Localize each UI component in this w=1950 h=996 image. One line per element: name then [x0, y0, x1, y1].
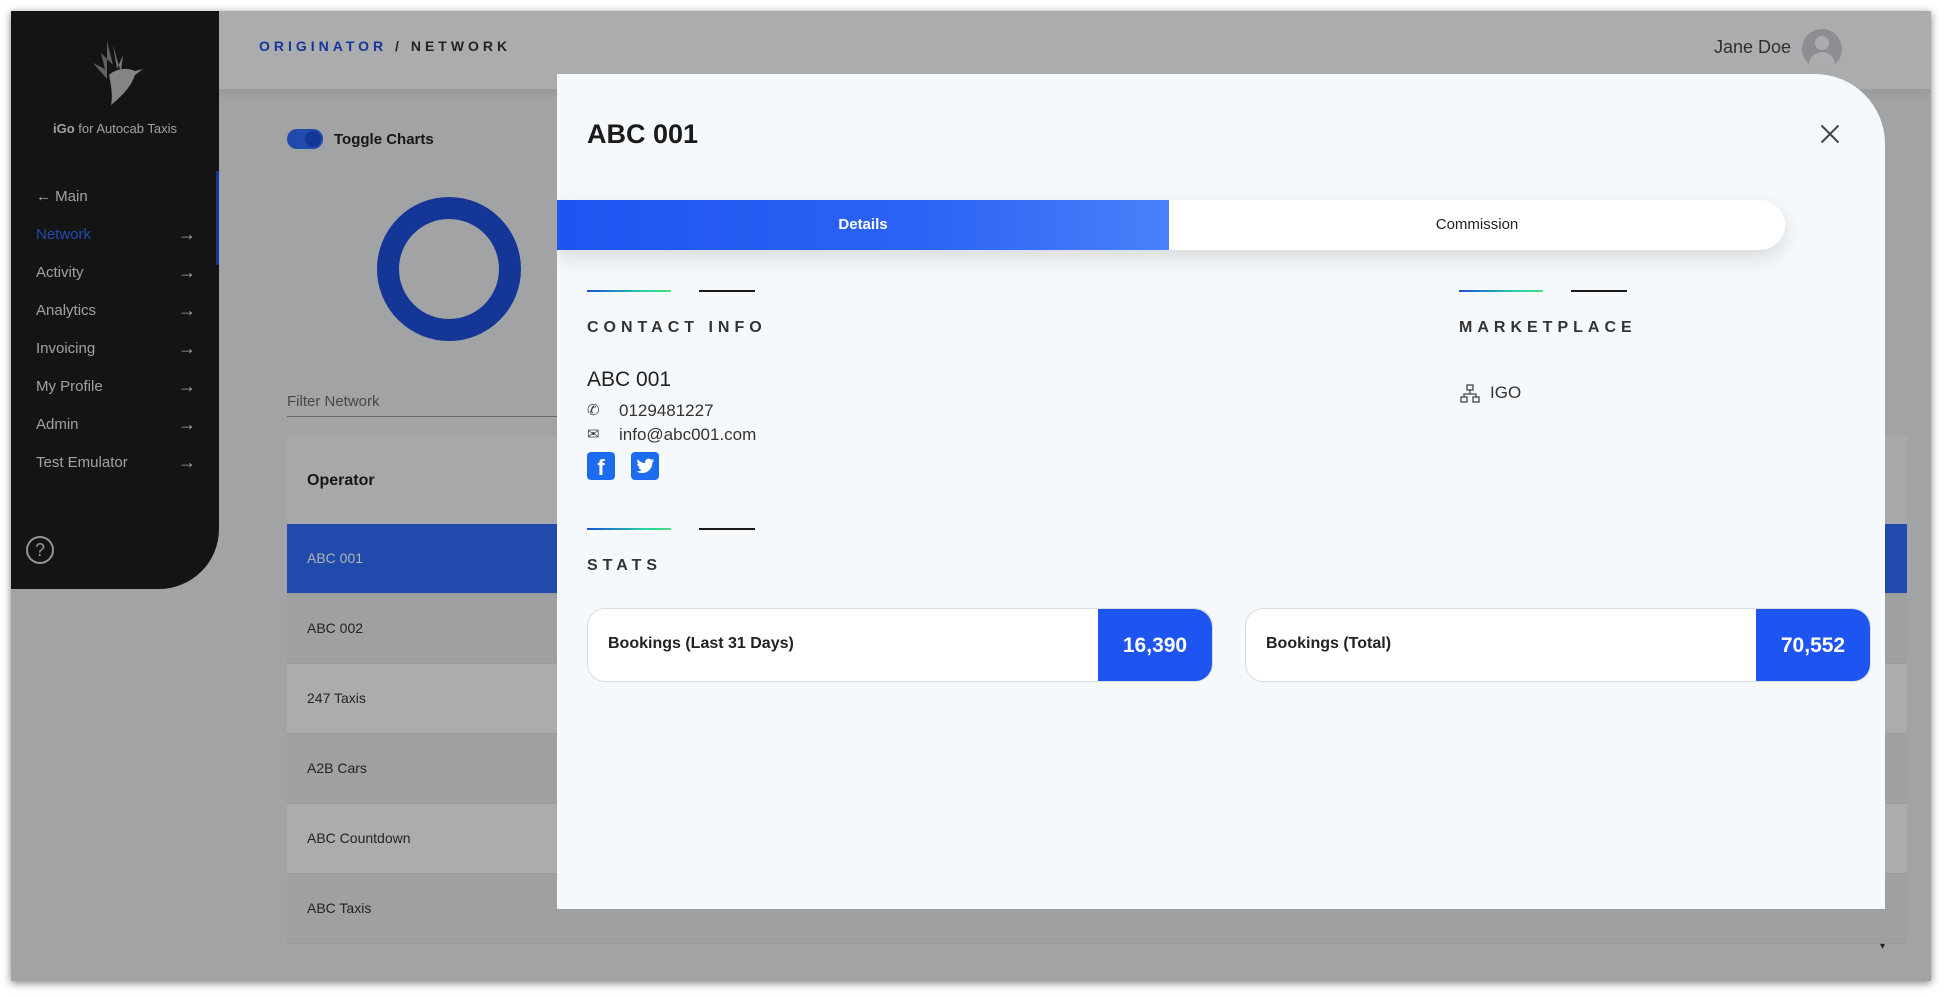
section-accent-line	[587, 290, 757, 292]
section-accent-line	[587, 528, 757, 530]
phone-icon: ✆	[587, 402, 600, 419]
email-address[interactable]: info@abc001.com	[619, 425, 756, 445]
tab-commission[interactable]: Commission	[1169, 200, 1785, 250]
contact-info-heading: CONTACT INFO	[587, 319, 767, 336]
stat-value: 16,390	[1098, 609, 1212, 681]
stat-label: Bookings (Last 31 Days)	[608, 635, 794, 652]
app-window: ORIGINATOR / NETWORK Jane Doe Toggle Cha…	[11, 11, 1931, 981]
envelope-icon: ✉	[587, 426, 600, 443]
marketplace-value: IGO	[1490, 383, 1522, 402]
close-icon[interactable]	[1820, 124, 1840, 144]
contact-name: ABC 001	[587, 368, 672, 391]
stat-card-bookings-31-days: Bookings (Last 31 Days) 16,390	[587, 608, 1213, 682]
phone-number[interactable]: 0129481227	[619, 401, 714, 421]
facebook-icon[interactable]: f	[587, 452, 615, 480]
twitter-icon[interactable]	[631, 452, 659, 480]
modal-tabs: Details Commission	[557, 200, 1785, 250]
marketplace-heading: MARKETPLACE	[1459, 319, 1637, 336]
stat-label: Bookings (Total)	[1266, 635, 1392, 652]
tab-details[interactable]: Details	[557, 200, 1169, 250]
operator-details-modal: ABC 001 Details Commission CONTACT INFO …	[557, 74, 1885, 909]
modal-title: ABC 001	[587, 119, 699, 149]
section-accent-line	[1459, 290, 1629, 292]
network-icon	[1460, 384, 1480, 403]
stat-card-bookings-total: Bookings (Total) 70,552	[1245, 608, 1871, 682]
stat-value: 70,552	[1756, 609, 1870, 681]
stats-heading: STATS	[587, 557, 663, 574]
